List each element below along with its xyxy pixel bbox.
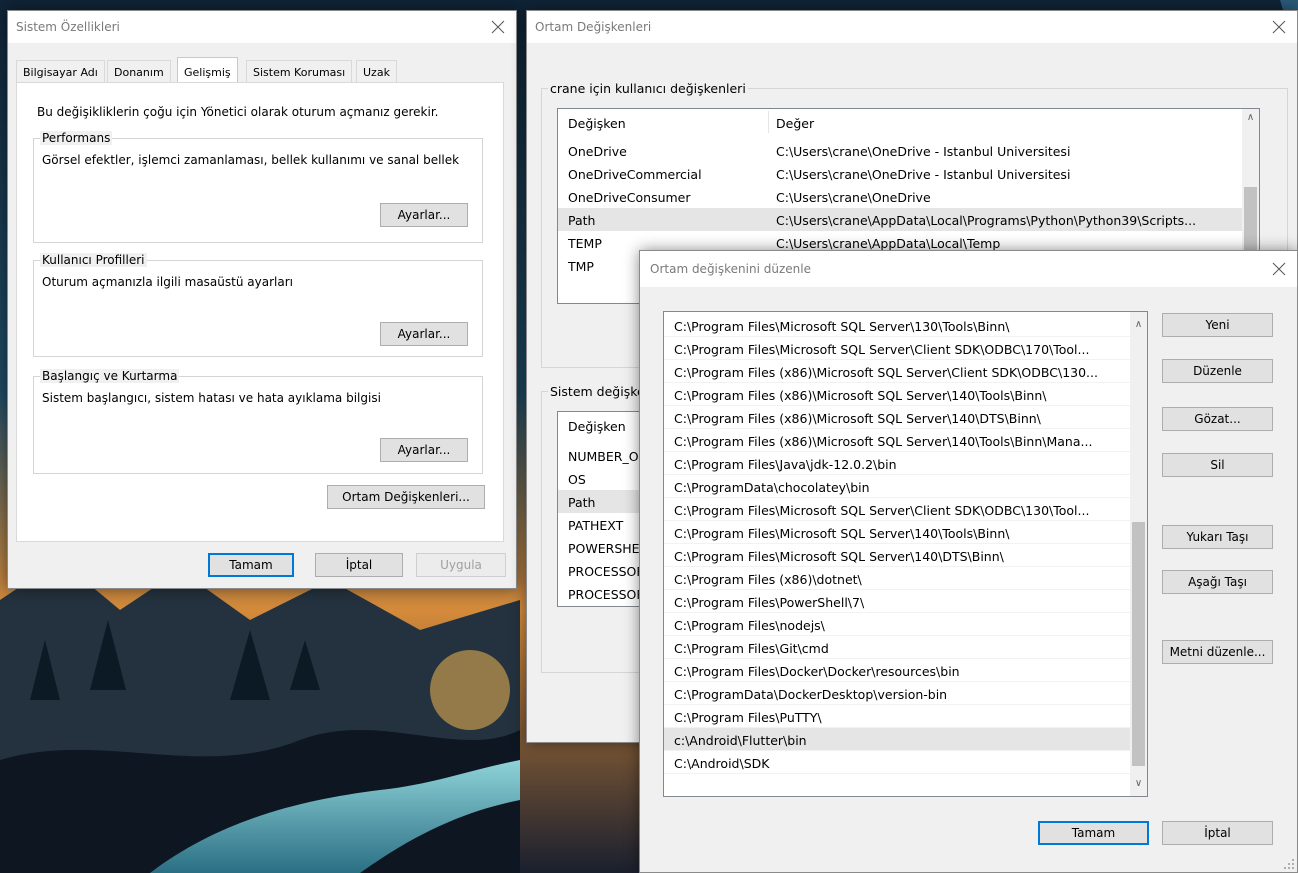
user-profiles-group: Kullanıcı Profilleri Oturum açmanızla il…: [33, 253, 483, 357]
scroll-up-icon[interactable]: ∧: [1130, 316, 1147, 333]
user-variables-label: crane için kullanıcı değişkenleri: [548, 81, 748, 96]
startup-recovery-description: Sistem başlangıcı, sistem hatası ve hata…: [42, 391, 381, 405]
close-icon[interactable]: [486, 15, 510, 39]
scroll-down-icon[interactable]: ∨: [1130, 775, 1147, 792]
window-title: Ortam Değişkenleri: [535, 20, 652, 34]
tab-system-protection[interactable]: Sistem Koruması: [246, 60, 353, 83]
browse-button[interactable]: Gözat...: [1162, 407, 1273, 431]
startup-recovery-label: Başlangıç ve Kurtarma: [40, 369, 180, 383]
list-item[interactable]: C:\Program Files\PuTTY\: [664, 705, 1147, 728]
scroll-up-icon[interactable]: ∧: [1242, 109, 1259, 126]
cancel-button[interactable]: İptal: [1162, 821, 1273, 845]
table-row[interactable]: OneDriveCommercial C:\Users\crane\OneDriv…: [558, 162, 1259, 185]
ok-button[interactable]: Tamam: [208, 553, 294, 577]
title-bar: Ortam değişkenini düzenle: [640, 251, 1297, 287]
column-header-variable[interactable]: Değişken: [568, 116, 626, 131]
move-up-button[interactable]: Yukarı Taşı: [1162, 525, 1273, 549]
cancel-button[interactable]: İptal: [315, 553, 403, 577]
tab-hardware[interactable]: Donanım: [107, 60, 171, 83]
tab-advanced[interactable]: Gelişmiş: [177, 57, 238, 84]
list-item[interactable]: C:\Program Files\PowerShell\7\: [664, 590, 1147, 613]
title-bar: Sistem Özellikleri: [8, 11, 516, 43]
startup-recovery-group: Başlangıç ve Kurtarma Sistem başlangıcı,…: [33, 369, 483, 474]
table-row[interactable]: OneDriveConsumer C:\Users\crane\OneDrive: [558, 185, 1259, 208]
window-title: Sistem Özellikleri: [16, 20, 120, 34]
advanced-tab-panel: Bu değişikliklerin çoğu için Yönetici ol…: [16, 82, 504, 542]
tab-computer-name[interactable]: Bilgisayar Adı: [16, 60, 105, 83]
list-item[interactable]: C:\Program Files\Git\cmd: [664, 636, 1147, 659]
list-item[interactable]: C:\Program Files\Java\jdk-12.0.2\bin: [664, 452, 1147, 475]
user-profiles-description: Oturum açmanızla ilgili masaüstü ayarlar…: [42, 275, 293, 289]
close-icon[interactable]: [1267, 257, 1291, 281]
profiles-settings-button[interactable]: Ayarlar...: [380, 322, 468, 346]
title-bar: Ortam Değişkenleri: [527, 11, 1297, 43]
list-item[interactable]: C:\Program Files\Docker\Docker\resources…: [664, 659, 1147, 682]
list-item[interactable]: C:\Program Files\Microsoft SQL Server\14…: [664, 544, 1147, 567]
list-item[interactable]: C:\Program Files\nodejs\: [664, 613, 1147, 636]
list-item[interactable]: C:\Program Files (x86)\Microsoft SQL Ser…: [664, 406, 1147, 429]
list-item[interactable]: C:\Program Files (x86)\Microsoft SQL Ser…: [664, 383, 1147, 406]
performance-group: Performans Görsel efektler, işlemci zama…: [33, 131, 483, 243]
resize-grip-icon[interactable]: [1283, 858, 1295, 870]
performance-settings-button[interactable]: Ayarlar...: [380, 203, 468, 227]
column-header-variable[interactable]: Değişken: [568, 419, 626, 434]
apply-button[interactable]: Uygula: [416, 553, 506, 577]
list-item[interactable]: C:\Program Files\Microsoft SQL Server\Cl…: [664, 337, 1147, 360]
list-item[interactable]: C:\Program Files\Microsoft SQL Server\13…: [664, 314, 1147, 337]
list-item[interactable]: C:\Program Files\Microsoft SQL Server\Cl…: [664, 498, 1147, 521]
system-properties-window: Sistem Özellikleri Bilgisayar Adı Donanı…: [7, 10, 517, 589]
startup-settings-button[interactable]: Ayarlar...: [380, 438, 468, 462]
performance-description: Görsel efektler, işlemci zamanlaması, be…: [42, 153, 460, 167]
table-row[interactable]: Path C:\Users\crane\AppData\Local\Program…: [558, 208, 1259, 231]
edit-environment-variable-dialog: Ortam değişkenini düzenle C:\Program Fil…: [639, 250, 1298, 873]
list-item[interactable]: C:\Android\SDK: [664, 751, 1147, 774]
new-button[interactable]: Yeni: [1162, 313, 1273, 337]
list-item[interactable]: C:\ProgramData\DockerDesktop\version-bin: [664, 682, 1147, 705]
edit-button[interactable]: Düzenle: [1162, 359, 1273, 383]
table-row[interactable]: OneDrive C:\Users\crane\OneDrive - Istanb…: [558, 139, 1259, 162]
list-header: Değişken Değer: [558, 109, 1259, 135]
list-item[interactable]: C:\ProgramData\chocolatey\bin: [664, 475, 1147, 498]
environment-variables-button[interactable]: Ortam Değişkenleri...: [327, 485, 485, 509]
window-title: Ortam değişkenini düzenle: [650, 262, 811, 276]
admin-note: Bu değişikliklerin çoğu için Yönetici ol…: [37, 105, 439, 119]
close-icon[interactable]: [1267, 15, 1291, 39]
list-item[interactable]: c:\Android\Flutter\bin: [664, 728, 1147, 751]
delete-button[interactable]: Sil: [1162, 453, 1273, 477]
scroll-thumb[interactable]: [1132, 522, 1145, 766]
edit-text-button[interactable]: Metni düzenle...: [1162, 640, 1273, 664]
tab-remote[interactable]: Uzak: [356, 60, 397, 83]
ok-button[interactable]: Tamam: [1038, 821, 1149, 845]
list-item[interactable]: C:\Program Files\Microsoft SQL Server\14…: [664, 521, 1147, 544]
path-entries-list[interactable]: C:\Program Files\Microsoft SQL Server\13…: [663, 311, 1148, 797]
column-header-value[interactable]: Değer: [776, 116, 814, 131]
vertical-scrollbar[interactable]: ∧ ∨: [1130, 312, 1147, 796]
user-profiles-label: Kullanıcı Profilleri: [40, 253, 147, 267]
performance-label: Performans: [40, 131, 113, 145]
move-down-button[interactable]: Aşağı Taşı: [1162, 570, 1273, 594]
list-item[interactable]: C:\Program Files (x86)\dotnet\: [664, 567, 1147, 590]
list-item[interactable]: C:\Program Files (x86)\Microsoft SQL Ser…: [664, 360, 1147, 383]
list-item[interactable]: C:\Program Files (x86)\Microsoft SQL Ser…: [664, 429, 1147, 452]
